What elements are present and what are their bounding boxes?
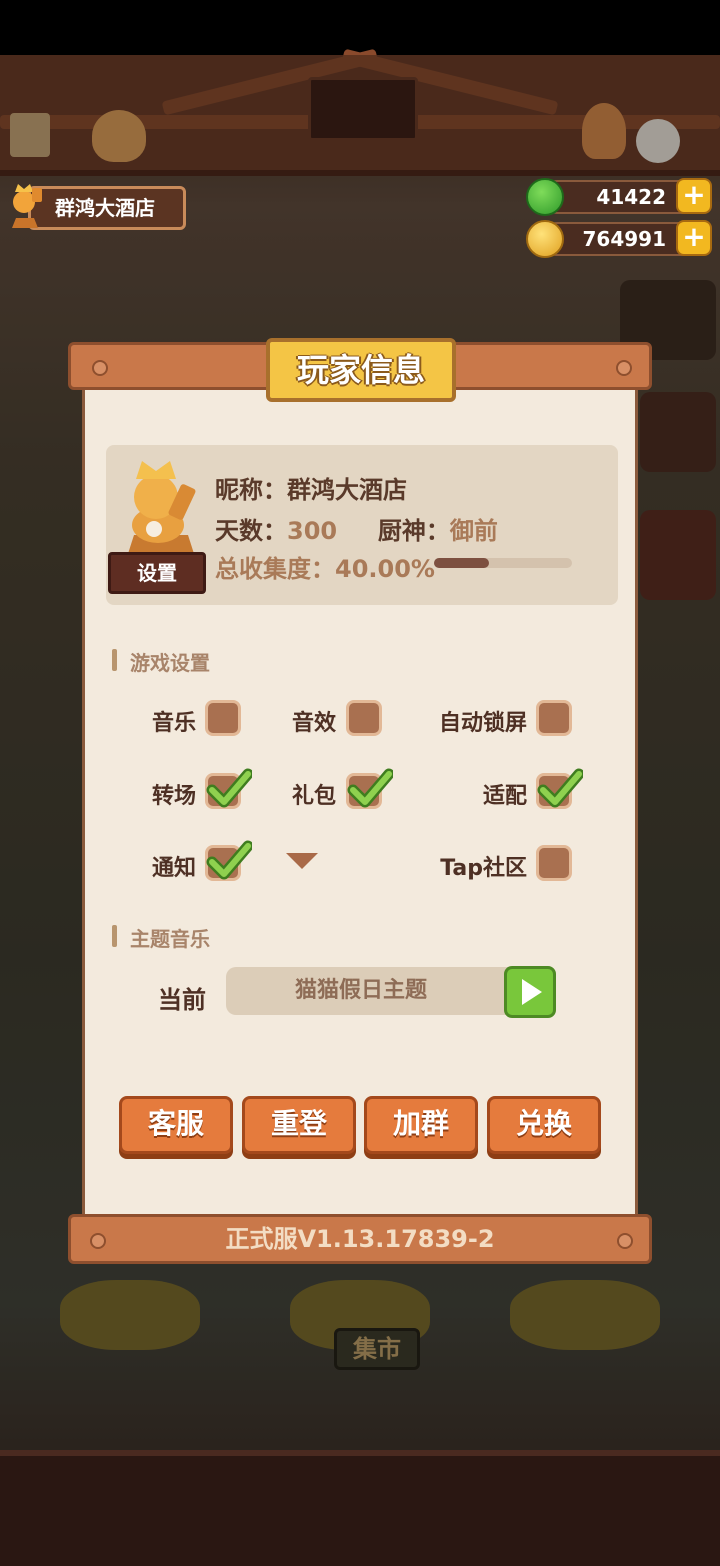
setting-checkbox[interactable]	[205, 840, 252, 881]
theme-music-title: 主题音乐	[130, 927, 210, 951]
chevron-down-icon[interactable]	[286, 853, 318, 869]
setting-option-label: Tap社区	[440, 856, 527, 881]
nickname-label: 昵称：	[215, 476, 287, 504]
collection-row: 总收集度：40.00%	[215, 549, 435, 584]
coin-count: 764991	[582, 227, 667, 251]
setting-checkbox[interactable]	[205, 700, 241, 736]
frame-nail	[90, 1233, 106, 1249]
redeem-button[interactable]: 兑换	[487, 1096, 601, 1154]
setting-option-label: 适配	[482, 784, 527, 809]
current-music-track[interactable]: 猫猫假日主题	[226, 967, 526, 1015]
frame-nail	[92, 360, 108, 376]
days-value: 300	[287, 517, 338, 545]
setting-option-label: 自动锁屏	[438, 711, 527, 736]
add-coins-button[interactable]: +	[676, 220, 712, 256]
collection-label: 总收集度：	[215, 555, 335, 583]
checkmark-icon	[347, 768, 393, 808]
play-icon	[522, 979, 542, 1005]
days-row: 天数：300 厨神：御前	[215, 511, 498, 546]
chef-trophy-icon	[12, 184, 42, 228]
nickname-row: 昵称：群鸿大酒店	[215, 470, 407, 505]
status-bar	[0, 0, 720, 55]
setting-option-label: 音乐	[151, 711, 196, 736]
nickname-value: 群鸿大酒店	[287, 476, 407, 504]
bottom-floor	[0, 1450, 720, 1566]
days-label: 天数：	[215, 517, 287, 545]
collection-value: 40.00%	[335, 555, 435, 583]
checkmark-icon	[206, 840, 252, 880]
setting-checkbox[interactable]	[536, 845, 572, 881]
chef-label: 厨神：	[377, 517, 450, 545]
restaurant-name-badge[interactable]: 群鸿大酒店	[28, 186, 186, 230]
dialog-title: 玩家信息	[266, 338, 456, 402]
coin-icon	[526, 220, 564, 258]
frame-nail	[616, 360, 632, 376]
setting-option-label: 音效	[291, 711, 336, 736]
current-music-label: 当前	[158, 986, 206, 1014]
setting-checkbox[interactable]	[205, 768, 252, 809]
checkmark-icon	[206, 768, 252, 808]
setting-checkbox[interactable]	[346, 768, 393, 809]
customer-service-button[interactable]: 客服	[119, 1096, 233, 1154]
setting-option-label: 通知	[151, 856, 196, 881]
setting-checkbox[interactable]	[536, 768, 583, 809]
setting-option-label: 转场	[151, 784, 196, 809]
gem-count: 41422	[596, 185, 666, 209]
relogin-button[interactable]: 重登	[242, 1096, 356, 1154]
checkmark-icon	[537, 768, 583, 808]
join-group-button[interactable]: 加群	[364, 1096, 478, 1154]
chef-value: 御前	[449, 517, 498, 545]
setting-checkbox[interactable]	[346, 700, 382, 736]
setting-checkbox[interactable]	[536, 700, 572, 736]
collection-progress-fill	[434, 558, 489, 568]
frame-nail	[617, 1233, 633, 1249]
setting-option-label: 礼包	[291, 784, 336, 809]
chef-trophy-avatar-icon	[126, 461, 196, 560]
restaurant-name: 群鸿大酒店	[55, 196, 155, 220]
play-music-button[interactable]	[504, 966, 556, 1018]
add-gems-button[interactable]: +	[676, 178, 712, 214]
version-label: 正式服V1.13.17839-2	[68, 1214, 652, 1264]
section-marker	[112, 925, 117, 947]
section-marker	[112, 649, 117, 671]
gem-icon	[526, 178, 564, 216]
game-settings-title: 游戏设置	[130, 651, 210, 675]
profile-settings-button[interactable]: 设置	[108, 552, 206, 594]
